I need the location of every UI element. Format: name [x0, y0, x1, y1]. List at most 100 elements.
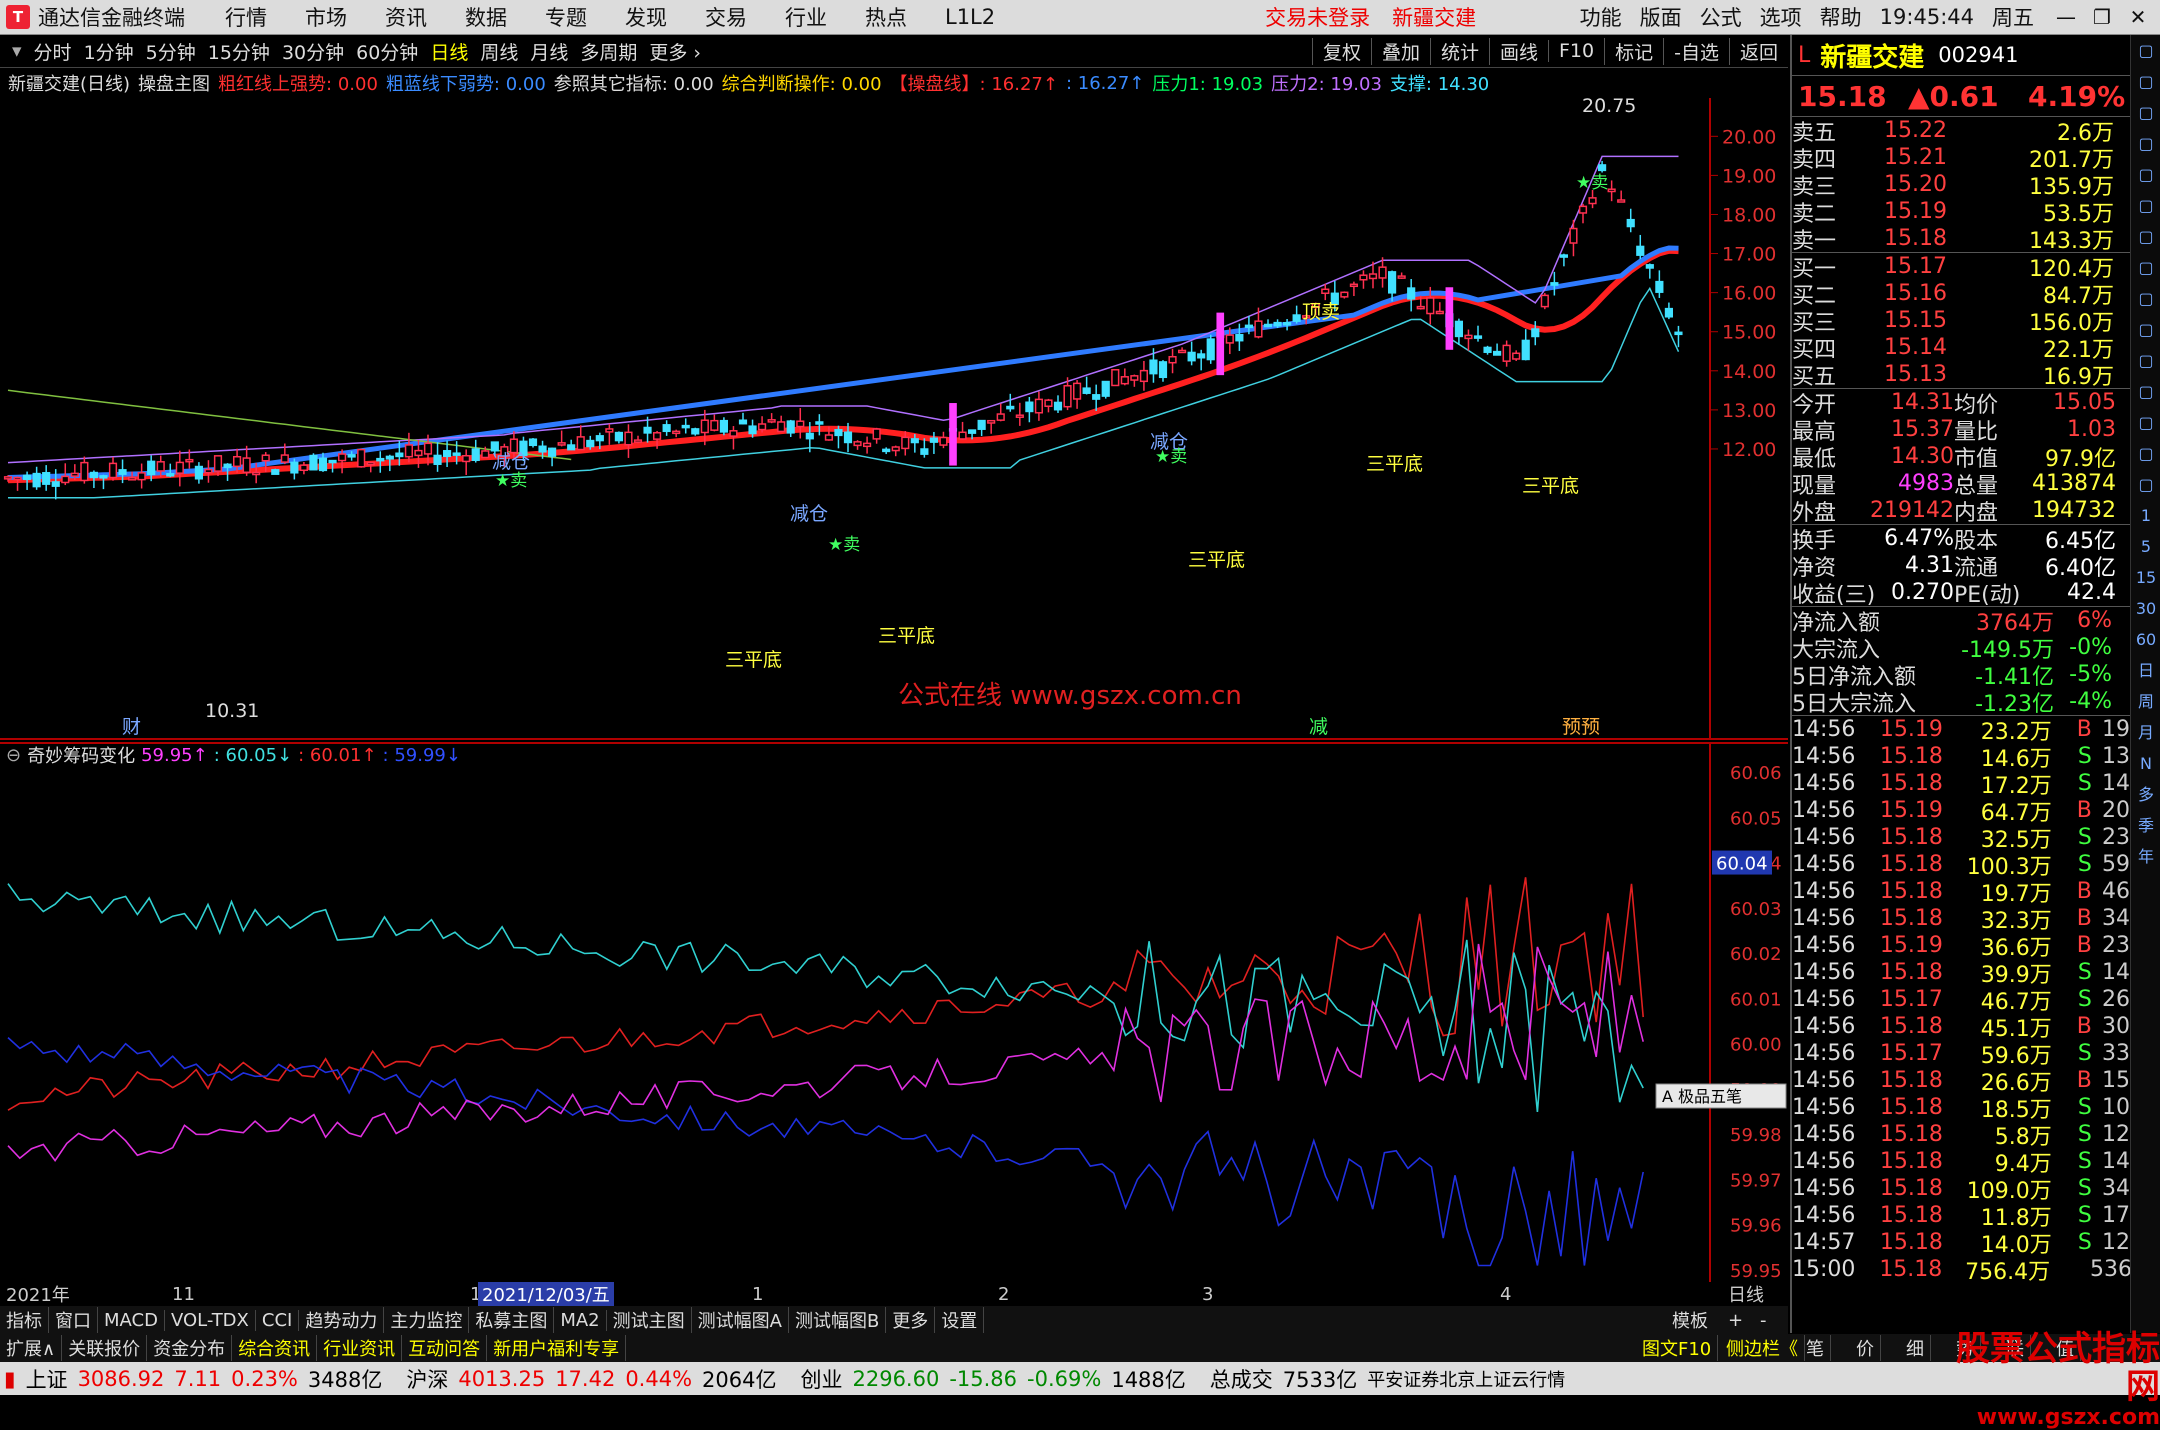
menu-right-item[interactable]: 公式: [1700, 2, 1742, 32]
menu-item[interactable]: L1L2: [945, 5, 995, 29]
side-tool-icon[interactable]: ▢: [2131, 283, 2160, 314]
indicator-tab[interactable]: 测试主图: [607, 1307, 692, 1333]
side-tool-icon[interactable]: ▢: [2131, 97, 2160, 128]
period-shortcut[interactable]: 15: [2131, 562, 2160, 593]
period-shortcut[interactable]: 60: [2131, 624, 2160, 655]
period-shortcut[interactable]: 5: [2131, 531, 2160, 562]
menu-item[interactable]: 数据: [465, 2, 507, 32]
toolbar-button[interactable]: 复权: [1311, 37, 1371, 65]
side-tool-icon[interactable]: ▢: [2131, 66, 2160, 97]
side-tool-icon[interactable]: ▢: [2131, 438, 2160, 469]
menu-item[interactable]: 行业: [785, 2, 827, 32]
side-tool-icon[interactable]: ▢: [2131, 376, 2160, 407]
period-shortcut[interactable]: 30: [2131, 593, 2160, 624]
index-name[interactable]: 沪深: [406, 1364, 448, 1394]
candlestick-chart[interactable]: 减仓减仓减仓★卖★卖★卖★卖顶卖三平底三平底三平底三平底三平底20.7510.3…: [0, 98, 1788, 740]
template-button[interactable]: 模板: [1666, 1307, 1714, 1333]
panel-tab[interactable]: 价: [1850, 1335, 1881, 1361]
indicator-tab[interactable]: 测试幅图B: [789, 1307, 887, 1333]
period-shortcut[interactable]: 月: [2131, 717, 2160, 748]
period-tab[interactable]: 多周期: [580, 38, 637, 65]
indicator-tab[interactable]: 测试幅图A: [692, 1307, 789, 1333]
info-tab[interactable]: 资金分布: [147, 1335, 233, 1361]
menu-item[interactable]: 专题: [545, 2, 587, 32]
menu-item[interactable]: 行情: [225, 2, 267, 32]
side-tool-icon[interactable]: ▢: [2131, 221, 2160, 252]
remove-window-button[interactable]: -: [1754, 1310, 1773, 1331]
period-shortcut[interactable]: 季: [2131, 810, 2160, 841]
indicator-tab[interactable]: MA2: [554, 1309, 607, 1331]
indicator-tab[interactable]: 更多: [886, 1307, 936, 1333]
toolbar-button[interactable]: F10: [1548, 40, 1604, 62]
indicator-name[interactable]: 操盘主图: [138, 70, 210, 96]
info-tab[interactable]: 扩展∧: [0, 1335, 63, 1361]
indicator-tab[interactable]: 设置: [935, 1307, 985, 1333]
side-tool-icon[interactable]: ▢: [2131, 469, 2160, 500]
indicator-tab[interactable]: 主力监控: [384, 1307, 470, 1333]
toolbar-button[interactable]: 画线: [1488, 37, 1548, 65]
toolbar-button[interactable]: 标记: [1604, 37, 1663, 65]
menu-item[interactable]: 发现: [625, 2, 667, 32]
toolbar-button[interactable]: 统计: [1429, 37, 1489, 65]
menu-item[interactable]: 交易: [705, 2, 747, 32]
info-tab[interactable]: 关联报价: [62, 1335, 148, 1361]
toolbar-button[interactable]: 返回: [1728, 37, 1788, 65]
dropdown-icon[interactable]: ▾: [12, 40, 22, 62]
menu-right-item[interactable]: 选项: [1760, 2, 1802, 32]
menu-right-item[interactable]: 功能: [1580, 2, 1622, 32]
side-tool-icon[interactable]: ▢: [2131, 252, 2160, 283]
period-tab[interactable]: 1分钟: [84, 38, 134, 65]
indicator-tab[interactable]: 趋势动力: [299, 1307, 385, 1333]
info-tab[interactable]: 行业资讯: [317, 1335, 403, 1361]
period-tab[interactable]: 分时: [34, 38, 72, 65]
info-tab[interactable]: 综合资讯: [232, 1335, 318, 1361]
f10-button[interactable]: 图文F10: [1636, 1335, 1719, 1361]
period-tab[interactable]: 月线: [530, 38, 568, 65]
indicator-tab[interactable]: MACD: [98, 1309, 165, 1331]
sub-indicator-name[interactable]: 奇妙筹码变化: [27, 742, 135, 768]
menu-right-item[interactable]: 帮助: [1820, 2, 1862, 32]
period-shortcut[interactable]: 1: [2131, 500, 2160, 531]
period-more[interactable]: 更多 ›: [649, 38, 701, 65]
panel-tab[interactable]: 细: [1900, 1335, 1931, 1361]
menu-right-item[interactable]: 版面: [1640, 2, 1682, 32]
side-tool-icon[interactable]: ▢: [2131, 190, 2160, 221]
side-tool-icon[interactable]: ▢: [2131, 35, 2160, 66]
period-tab[interactable]: 周线: [480, 38, 518, 65]
index-name[interactable]: 创业: [800, 1364, 842, 1394]
info-tab[interactable]: 互动问答: [402, 1335, 488, 1361]
collapse-icon[interactable]: ⊖: [6, 745, 21, 766]
period-tab-active[interactable]: 日线: [430, 38, 468, 65]
restore-icon[interactable]: ❐: [2088, 5, 2116, 29]
toolbar-button[interactable]: -自选: [1663, 37, 1729, 65]
panel-tab[interactable]: 笔: [1800, 1335, 1831, 1361]
period-tab[interactable]: 60分钟: [356, 38, 418, 65]
close-icon[interactable]: ✕: [2124, 5, 2152, 29]
stock-alert[interactable]: 新疆交建: [1392, 2, 1476, 32]
indicator-tab[interactable]: VOL-TDX: [165, 1309, 256, 1331]
indicator-tab[interactable]: 私募主图: [469, 1307, 555, 1333]
menu-item[interactable]: 资讯: [385, 2, 427, 32]
period-shortcut[interactable]: 周: [2131, 686, 2160, 717]
period-shortcut[interactable]: N: [2131, 748, 2160, 779]
indicator-tab[interactable]: CCI: [256, 1309, 300, 1331]
index-name[interactable]: 上证: [26, 1364, 68, 1394]
menu-item[interactable]: 市场: [305, 2, 347, 32]
indicator-tab[interactable]: 指标: [0, 1307, 49, 1333]
side-tool-icon[interactable]: ▢: [2131, 128, 2160, 159]
period-shortcut[interactable]: 日: [2131, 655, 2160, 686]
indicator-tab[interactable]: 窗口: [49, 1307, 98, 1333]
toolbar-button[interactable]: 叠加: [1370, 37, 1430, 65]
chip-change-chart[interactable]: 60.0660.0560.0460.0360.0260.0160.0059.99…: [0, 742, 1788, 1282]
period-shortcut[interactable]: 多: [2131, 779, 2160, 810]
stock-name[interactable]: 新疆交建: [1820, 37, 1924, 74]
period-tab[interactable]: 30分钟: [282, 38, 344, 65]
side-tool-icon[interactable]: ▢: [2131, 159, 2160, 190]
period-shortcut[interactable]: 年: [2131, 841, 2160, 872]
period-tab[interactable]: 15分钟: [208, 38, 270, 65]
side-tool-icon[interactable]: ▢: [2131, 345, 2160, 376]
tick-list[interactable]: 14:56 15.19 23.2万 B 19 14:56 15.18 14.6万 S 13 14:5…: [1792, 716, 2132, 1285]
minimize-icon[interactable]: —: [2052, 5, 2080, 29]
period-tab[interactable]: 5分钟: [146, 38, 196, 65]
side-tool-icon[interactable]: ▢: [2131, 314, 2160, 345]
